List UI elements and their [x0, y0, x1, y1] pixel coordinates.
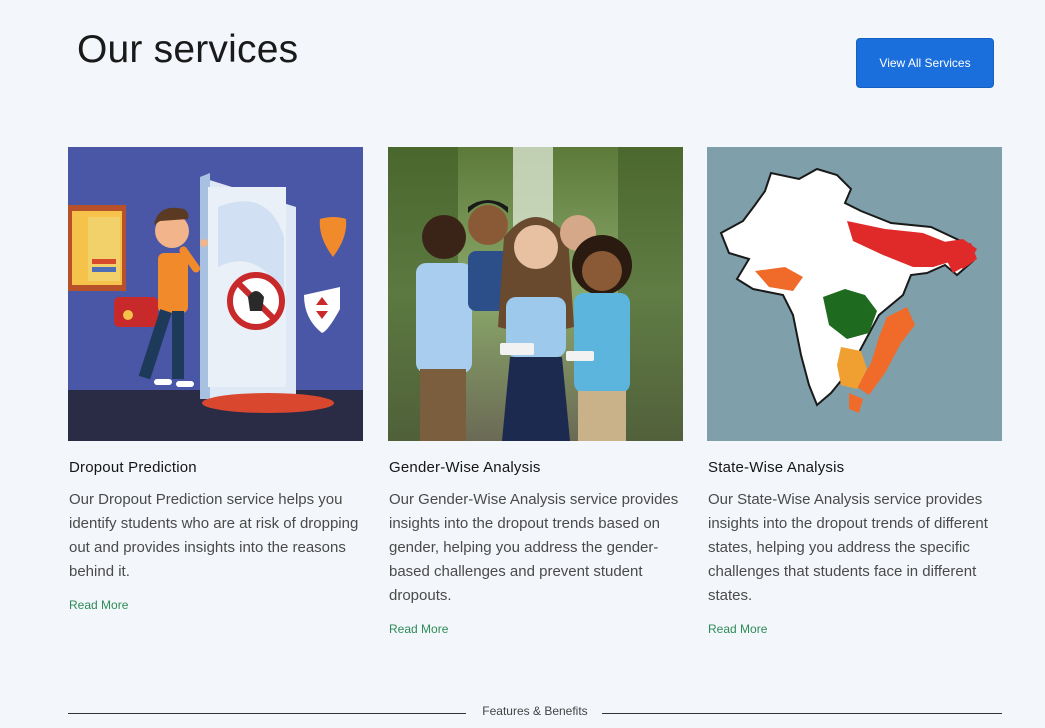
service-card-state: State-Wise Analysis Our State-Wise Analy…: [707, 147, 1002, 638]
card-title: Dropout Prediction: [69, 459, 197, 476]
card-title: Gender-Wise Analysis: [389, 459, 541, 476]
card-description: Our Gender-Wise Analysis service provide…: [389, 491, 679, 604]
dropout-illustration-image: [68, 147, 363, 441]
service-card-gender: Gender-Wise Analysis Our Gender-Wise Ana…: [388, 147, 683, 638]
read-more-link[interactable]: Read More: [69, 598, 128, 612]
services-section: Our services View All Services Dropout P…: [0, 0, 1045, 728]
read-more-link[interactable]: Read More: [389, 622, 448, 636]
divider-label: Features & Benefits: [482, 704, 588, 718]
card-description: Our Dropout Prediction service helps you…: [69, 491, 359, 580]
students-photo-image: [388, 147, 683, 441]
india-map-illustration-image: [707, 147, 1002, 441]
service-card-dropout: Dropout Prediction Our Dropout Predictio…: [68, 147, 363, 614]
view-all-services-button[interactable]: View All Services: [856, 38, 994, 88]
card-title: State-Wise Analysis: [708, 459, 845, 476]
read-more-link[interactable]: Read More: [708, 622, 767, 636]
card-description: Our State-Wise Analysis service provides…: [708, 491, 988, 604]
features-benefits-divider: Features & Benefits: [68, 704, 1002, 724]
page-title: Our services: [77, 28, 299, 71]
